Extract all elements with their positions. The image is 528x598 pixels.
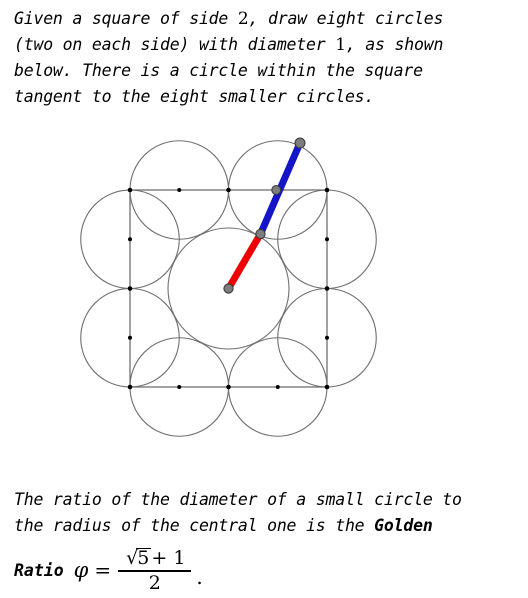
square-dot bbox=[127, 384, 133, 390]
phi-symbol: φ bbox=[73, 558, 89, 583]
golden-ratio-formula: Ratio φ = √5 + 1 2 . bbox=[14, 548, 203, 593]
eight-circles-figure bbox=[80, 137, 377, 437]
outer-endpoint-handle[interactable] bbox=[294, 137, 306, 149]
intro-line-4: tangent to the eight smaller circles. bbox=[14, 87, 375, 106]
edge-crossing-point-handle[interactable] bbox=[271, 185, 282, 195]
golden-term: Golden bbox=[374, 516, 433, 535]
intro-line-2-text-a: (two on each side) with diameter bbox=[14, 35, 336, 54]
tangency-point-handle[interactable] bbox=[255, 228, 266, 240]
square-dot bbox=[324, 187, 330, 193]
page-root: Given a square of side 2, draw eight cir… bbox=[0, 0, 528, 598]
intro-line-3: below. There is a circle within the squa… bbox=[14, 61, 423, 80]
conclusion-line-2: the radius of the central one is the Gol… bbox=[14, 513, 520, 539]
plus-one-term: + 1 bbox=[151, 547, 186, 569]
intro-line-1-text-a: Given a square of side bbox=[14, 9, 238, 28]
square-dot bbox=[177, 188, 182, 192]
side-length-value: 2 bbox=[237, 9, 249, 29]
square-dot bbox=[128, 335, 132, 340]
radicand-value: 5 bbox=[136, 547, 152, 569]
square-dot bbox=[127, 187, 133, 193]
sentence-period: . bbox=[196, 564, 203, 589]
square-dot bbox=[127, 286, 133, 291]
square-dot bbox=[226, 187, 231, 193]
equals-sign: = bbox=[94, 558, 112, 583]
square-dot bbox=[275, 385, 280, 389]
intro-line-1: Given a square of side 2, draw eight cir… bbox=[14, 6, 520, 32]
conclusion-line-1: The ratio of the diameter of a small cir… bbox=[14, 490, 462, 509]
square-dot bbox=[325, 335, 329, 340]
square-dot bbox=[324, 286, 330, 291]
square-dot bbox=[324, 384, 330, 390]
square-dot bbox=[128, 237, 132, 242]
formula-ratio-label: Ratio bbox=[14, 560, 64, 580]
square-dot bbox=[325, 237, 329, 242]
center-point-handle[interactable] bbox=[223, 283, 234, 294]
fraction-denominator: 2 bbox=[148, 571, 161, 594]
square-dot bbox=[226, 384, 231, 390]
intro-line-1-text-b: , draw eight circles bbox=[248, 9, 444, 28]
fraction-numerator: √5 + 1 bbox=[118, 548, 191, 570]
red-radius-segment[interactable] bbox=[225, 231, 265, 291]
conclusion-paragraph: The ratio of the diameter of a small cir… bbox=[14, 487, 520, 539]
intro-line-2-text-b: , as shown bbox=[345, 35, 444, 54]
conclusion-line-2-text: the radius of the central one is the bbox=[14, 516, 375, 535]
square-root-expression: √5 bbox=[124, 547, 152, 569]
golden-ratio-fraction: √5 + 1 2 bbox=[118, 548, 192, 594]
intro-line-2: (two on each side) with diameter 1, as s… bbox=[14, 32, 520, 58]
intro-paragraph: Given a square of side 2, draw eight cir… bbox=[14, 6, 520, 110]
diameter-value: 1 bbox=[335, 35, 346, 55]
square-dot bbox=[177, 385, 182, 389]
